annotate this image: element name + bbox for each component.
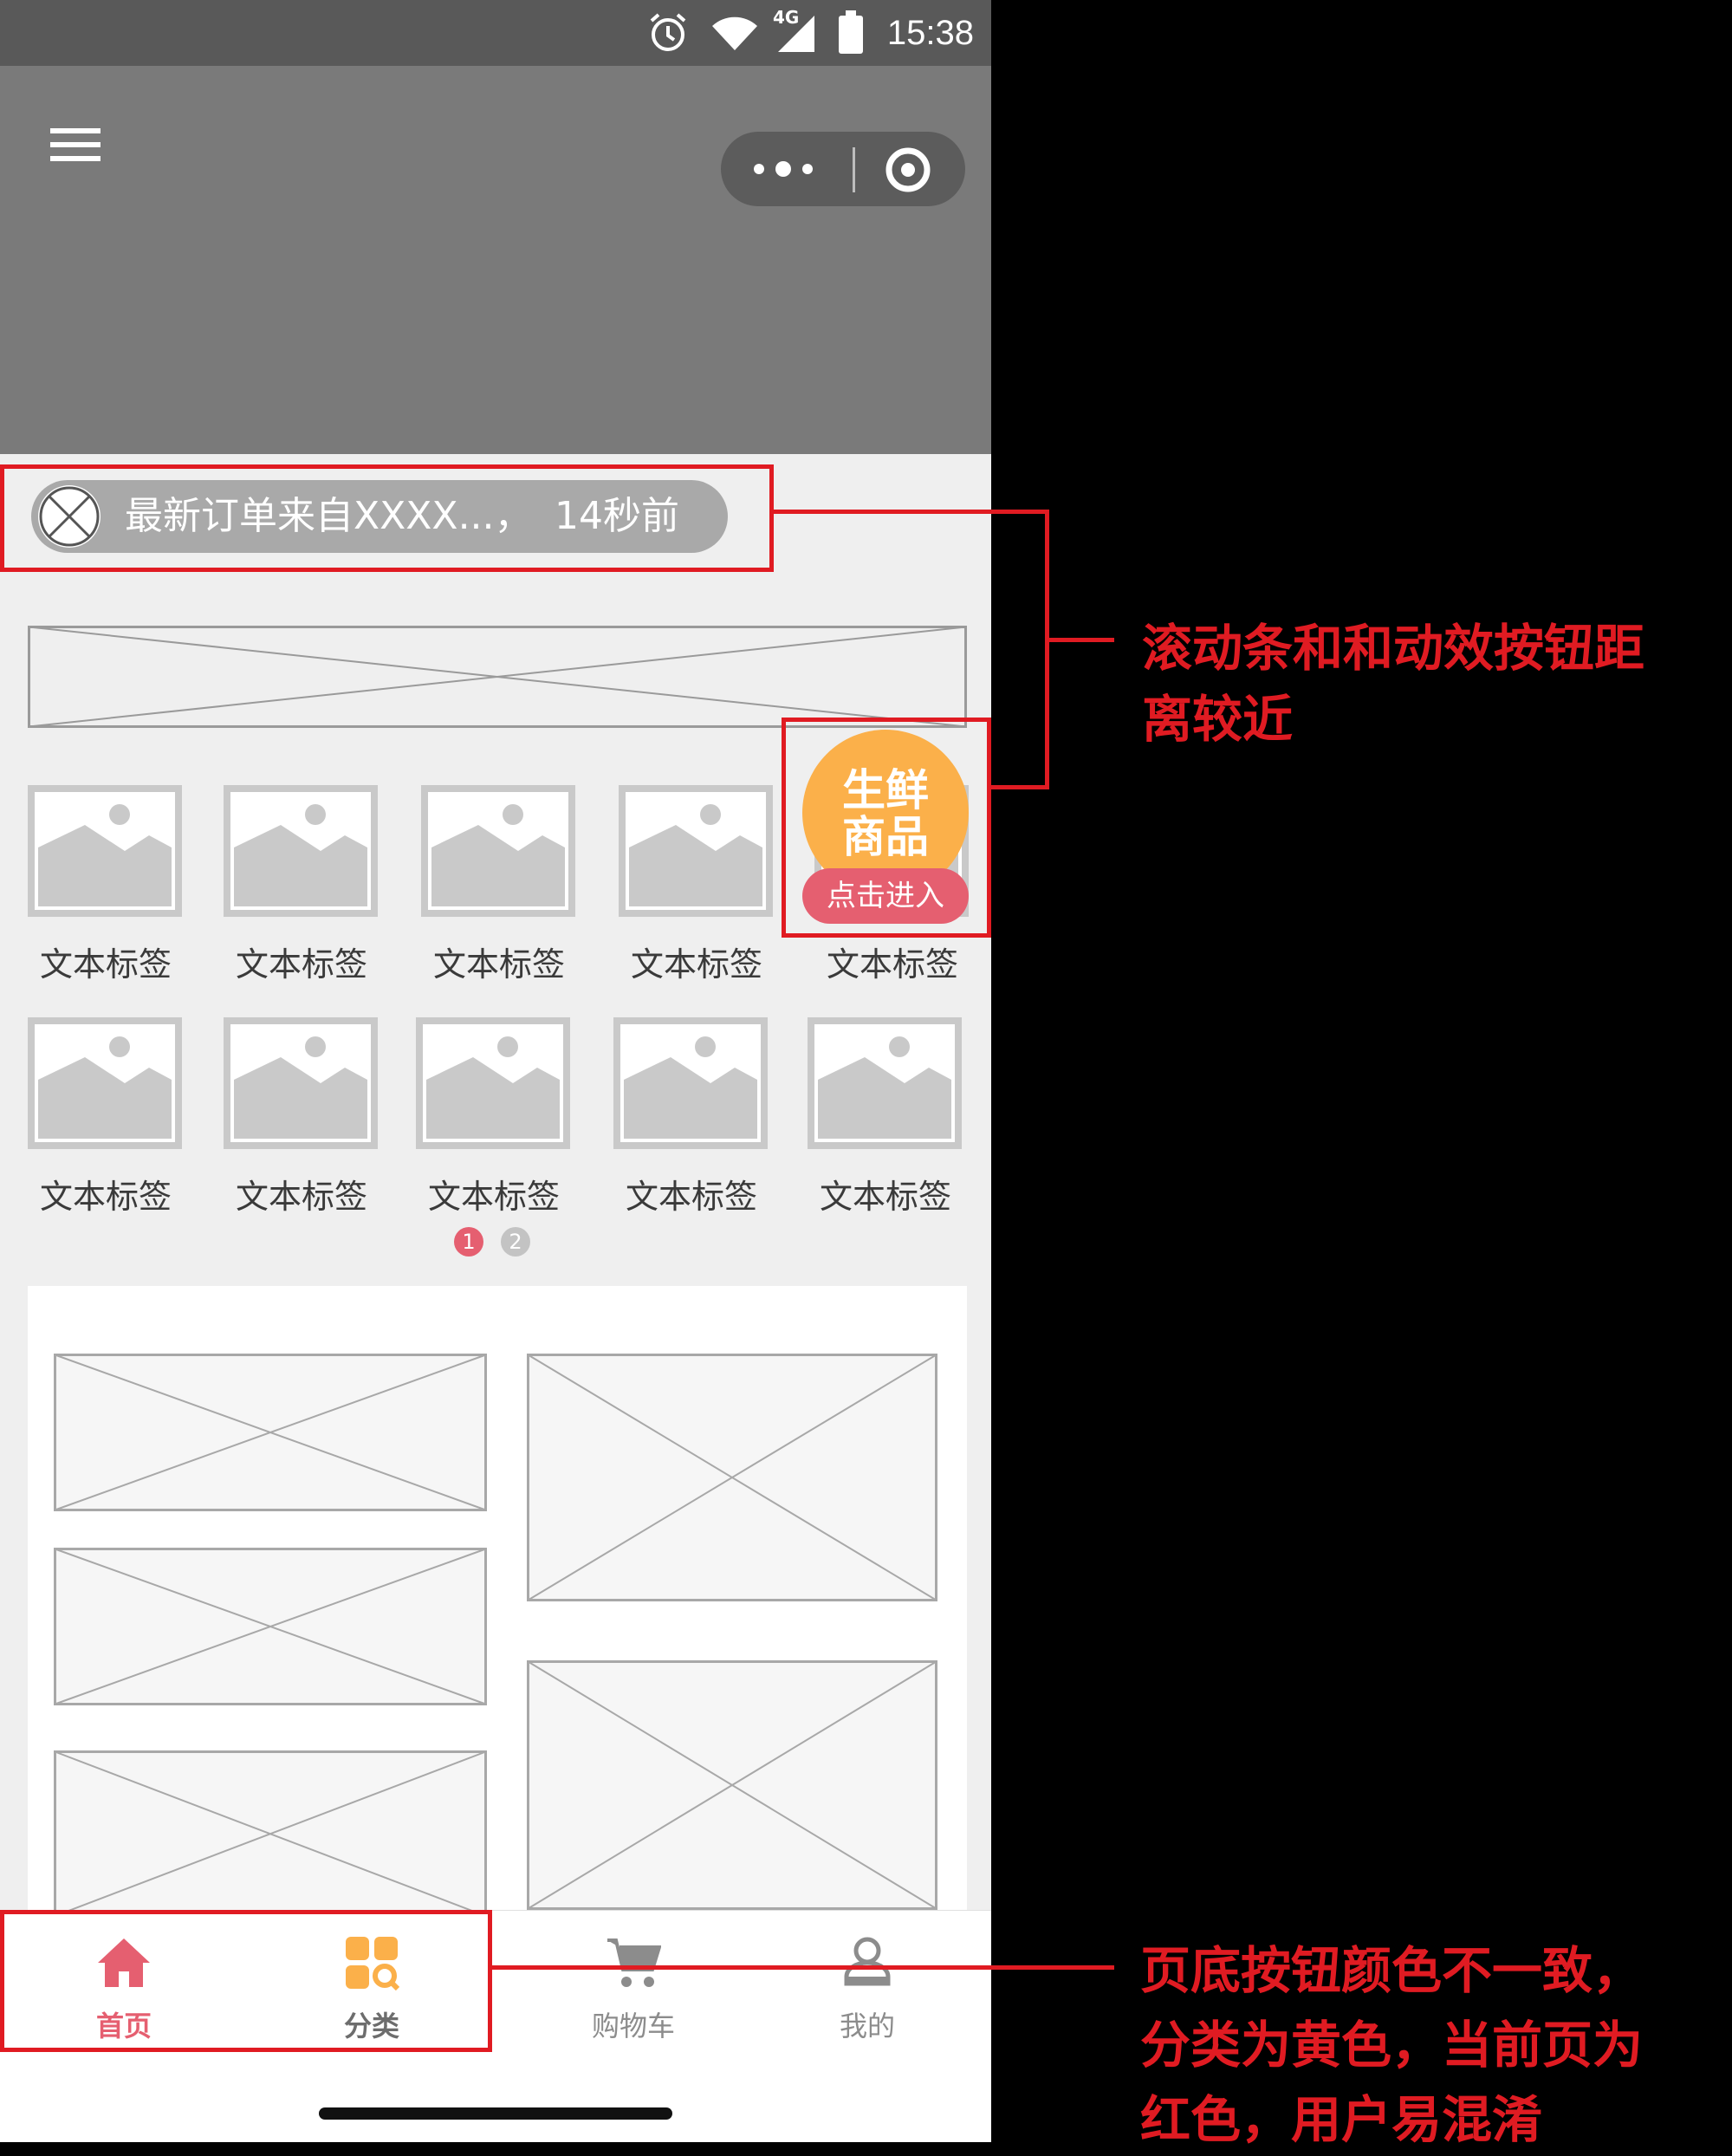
annotation-connector bbox=[991, 785, 1049, 789]
annotation-note-bottom-line3: 红色，用户易混淆 bbox=[1140, 2090, 1543, 2149]
page-dot-active[interactable]: 1 bbox=[454, 1227, 483, 1257]
header-banner bbox=[0, 66, 991, 454]
content-image-placeholder[interactable] bbox=[527, 1354, 937, 1601]
content-panel bbox=[28, 1286, 967, 1910]
home-indicator[interactable] bbox=[319, 2107, 672, 2120]
category-label: 文本标签 bbox=[819, 1178, 951, 1216]
annotation-connector bbox=[1045, 638, 1114, 642]
page-dot[interactable]: 2 bbox=[501, 1227, 530, 1257]
alarm-icon bbox=[650, 13, 686, 51]
annotation-box-fab bbox=[782, 718, 991, 938]
shopping-cart-icon bbox=[607, 1938, 661, 1987]
annotation-connector bbox=[492, 1965, 1114, 1970]
image-placeholder-icon bbox=[28, 1017, 182, 1149]
image-placeholder-icon bbox=[224, 785, 378, 917]
tab-label: 我的 bbox=[839, 2010, 895, 2042]
category-label: 文本标签 bbox=[630, 945, 762, 984]
capsule-divider bbox=[853, 147, 855, 192]
annotation-note-bottom-line2: 分类为黄色，当前页为 bbox=[1140, 2016, 1644, 2075]
hamburger-icon[interactable] bbox=[49, 127, 104, 165]
status-time: 15:38 bbox=[886, 14, 974, 52]
category-label: 文本标签 bbox=[625, 1178, 757, 1216]
tab-profile[interactable]: 我的 bbox=[743, 1911, 991, 2084]
category-label: 文本标签 bbox=[235, 1178, 367, 1216]
annotation-note-top-line2: 离较近 bbox=[1142, 690, 1294, 749]
content-image-placeholder[interactable] bbox=[527, 1660, 937, 1910]
image-placeholder-icon bbox=[416, 1017, 570, 1149]
target-circle-icon[interactable] bbox=[884, 146, 932, 194]
image-placeholder-icon bbox=[613, 1017, 768, 1149]
battery-icon bbox=[839, 10, 863, 54]
annotation-box-tabs bbox=[0, 1910, 492, 2052]
category-label: 文本标签 bbox=[235, 945, 367, 984]
content-image-placeholder[interactable] bbox=[54, 1354, 487, 1511]
annotation-connector bbox=[774, 510, 1049, 514]
category-label: 文本标签 bbox=[432, 945, 565, 984]
banner-image-placeholder[interactable] bbox=[28, 626, 967, 728]
category-label: 文本标签 bbox=[39, 945, 172, 984]
category-label: 文本标签 bbox=[427, 1178, 560, 1216]
status-bar: 4G 15:38 bbox=[0, 0, 991, 66]
user-icon bbox=[844, 1937, 891, 1986]
miniprogram-capsule bbox=[721, 132, 965, 206]
image-placeholder-icon bbox=[619, 785, 773, 917]
phone-screen: 4G 15:38 最新订单来自XXXX...， 14秒前 文本标签 文本标签 文… bbox=[0, 0, 991, 2142]
category-label: 文本标签 bbox=[826, 945, 958, 984]
annotation-note-top-line1: 滚动条和和动效按钮距 bbox=[1142, 619, 1645, 678]
more-dots-icon[interactable] bbox=[745, 149, 840, 189]
tab-label: 购物车 bbox=[591, 2010, 675, 2042]
wifi-icon bbox=[712, 16, 757, 50]
annotation-box-notice bbox=[0, 464, 774, 572]
image-placeholder-icon bbox=[224, 1017, 378, 1149]
image-placeholder-icon bbox=[28, 785, 182, 917]
signal-icon bbox=[778, 16, 814, 52]
image-placeholder-icon bbox=[421, 785, 575, 917]
tab-cart[interactable]: 购物车 bbox=[509, 1911, 757, 2084]
content-image-placeholder[interactable] bbox=[54, 1750, 487, 1910]
category-label: 文本标签 bbox=[39, 1178, 172, 1216]
annotation-connector bbox=[1045, 510, 1049, 789]
content-image-placeholder[interactable] bbox=[54, 1548, 487, 1705]
image-placeholder-icon bbox=[808, 1017, 962, 1149]
annotation-note-bottom-line1: 页底按钮颜色不一致， bbox=[1140, 1941, 1644, 2000]
